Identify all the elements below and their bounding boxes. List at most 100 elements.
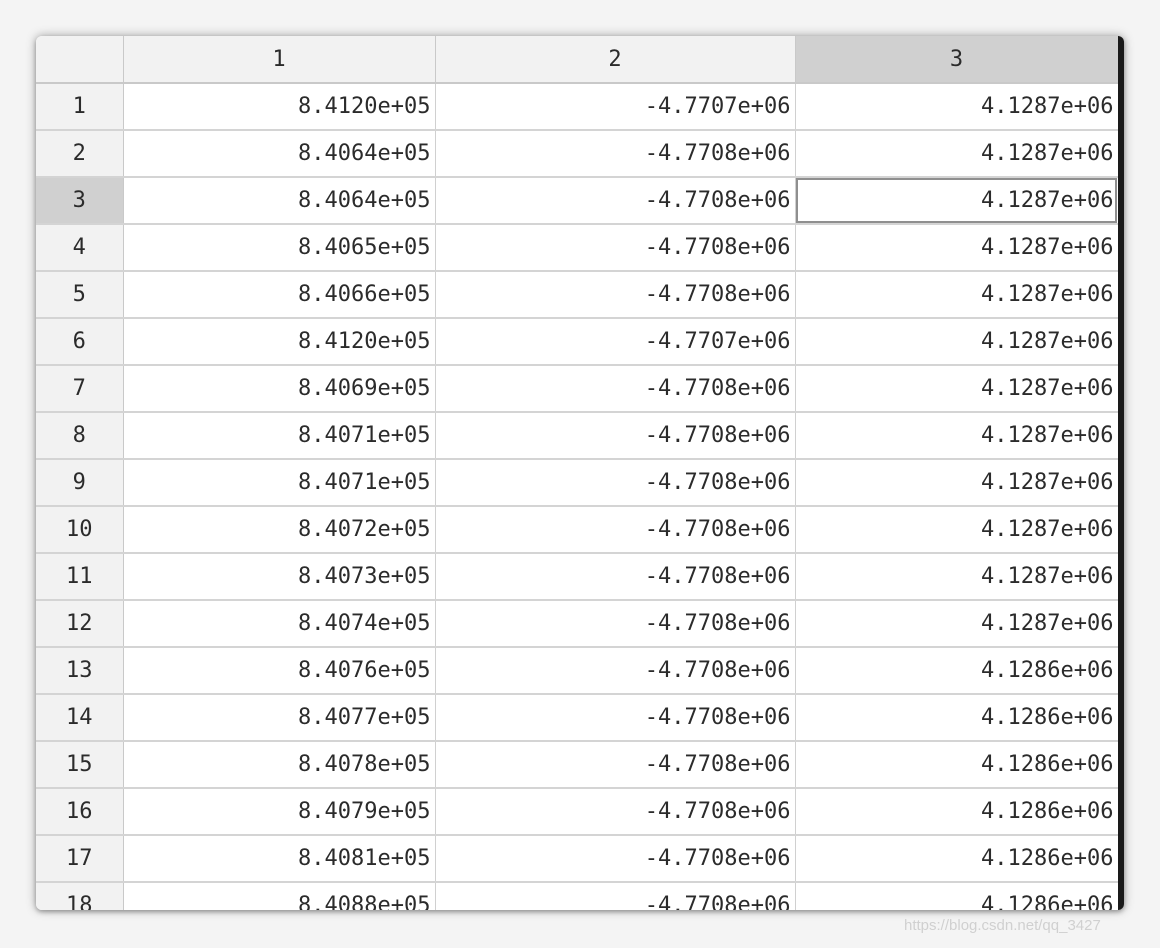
table-cell[interactable]: -4.7708e+06 — [435, 553, 796, 601]
table-cell[interactable]: -4.7708e+06 — [435, 177, 796, 225]
table-cell[interactable]: 4.1287e+06 — [795, 224, 1119, 272]
column-header-2[interactable]: 2 — [435, 36, 796, 84]
data-grid: 1 2 3 1 8.4120e+05 -4.7707e+06 4.1287e+06 2 8… — [36, 36, 1119, 910]
table-row: 18 8.4088e+05 -4.7708e+06 4.1286e+06 — [36, 882, 1119, 910]
table-cell[interactable]: 4.1286e+06 — [795, 647, 1119, 695]
row-header[interactable]: 7 — [36, 365, 124, 413]
row-header[interactable]: 10 — [36, 506, 124, 554]
table-cell[interactable]: -4.7708e+06 — [435, 365, 796, 413]
row-header[interactable]: 3 — [36, 177, 124, 225]
table-cell[interactable]: 8.4077e+05 — [123, 694, 436, 742]
select-all-corner[interactable] — [36, 36, 124, 84]
grid-body: 1 8.4120e+05 -4.7707e+06 4.1287e+06 2 8.4064e… — [36, 83, 1119, 910]
table-row: 13 8.4076e+05 -4.7708e+06 4.1286e+06 — [36, 647, 1119, 695]
table-cell[interactable]: 4.1287e+06 — [795, 271, 1119, 319]
table-cell[interactable]: 8.4069e+05 — [123, 365, 436, 413]
table-cell[interactable]: -4.7708e+06 — [435, 741, 796, 789]
row-header[interactable]: 9 — [36, 459, 124, 507]
table-row: 5 8.4066e+05 -4.7708e+06 4.1287e+06 — [36, 271, 1119, 319]
table-row: 9 8.4071e+05 -4.7708e+06 4.1287e+06 — [36, 459, 1119, 507]
table-cell[interactable]: -4.7708e+06 — [435, 130, 796, 178]
row-header[interactable]: 11 — [36, 553, 124, 601]
watermark-text: https://blog.csdn.net/qq_3427 — [904, 917, 1101, 934]
row-header[interactable]: 18 — [36, 882, 124, 910]
table-cell[interactable]: 8.4120e+05 — [123, 83, 436, 131]
table-cell[interactable]: 4.1287e+06 — [795, 412, 1119, 460]
table-cell[interactable]: 8.4065e+05 — [123, 224, 436, 272]
table-cell[interactable]: 8.4071e+05 — [123, 412, 436, 460]
table-cell[interactable]: 4.1287e+06 — [795, 365, 1119, 413]
table-cell[interactable]: 4.1287e+06 — [795, 600, 1119, 648]
row-header[interactable]: 15 — [36, 741, 124, 789]
table-cell[interactable]: -4.7708e+06 — [435, 647, 796, 695]
table-cell[interactable]: -4.7707e+06 — [435, 318, 796, 366]
table-row: 14 8.4077e+05 -4.7708e+06 4.1286e+06 — [36, 694, 1119, 742]
table-cell[interactable]: 8.4064e+05 — [123, 177, 436, 225]
table-cell[interactable]: 4.1287e+06 — [795, 553, 1119, 601]
table-cell[interactable]: 4.1286e+06 — [795, 882, 1119, 910]
column-header-row: 1 2 3 — [36, 36, 1119, 84]
window-edge — [1118, 36, 1124, 910]
table-cell[interactable]: 8.4120e+05 — [123, 318, 436, 366]
table-row: 12 8.4074e+05 -4.7708e+06 4.1287e+06 — [36, 600, 1119, 648]
variable-editor-window: 1 2 3 1 8.4120e+05 -4.7707e+06 4.1287e+06 2 8… — [36, 36, 1124, 910]
table-cell[interactable]: -4.7707e+06 — [435, 83, 796, 131]
table-row: 17 8.4081e+05 -4.7708e+06 4.1286e+06 — [36, 835, 1119, 883]
table-row: 2 8.4064e+05 -4.7708e+06 4.1287e+06 — [36, 130, 1119, 178]
table-cell[interactable]: 8.4088e+05 — [123, 882, 436, 910]
table-row: 1 8.4120e+05 -4.7707e+06 4.1287e+06 — [36, 83, 1119, 131]
table-row: 16 8.4079e+05 -4.7708e+06 4.1286e+06 — [36, 788, 1119, 836]
table-row: 7 8.4069e+05 -4.7708e+06 4.1287e+06 — [36, 365, 1119, 413]
row-header[interactable]: 5 — [36, 271, 124, 319]
table-cell[interactable]: 4.1287e+06 — [795, 459, 1119, 507]
table-cell[interactable]: 8.4073e+05 — [123, 553, 436, 601]
table-cell[interactable]: 8.4064e+05 — [123, 130, 436, 178]
row-header[interactable]: 2 — [36, 130, 124, 178]
table-cell[interactable]: -4.7708e+06 — [435, 271, 796, 319]
table-cell[interactable]: -4.7708e+06 — [435, 224, 796, 272]
table-cell[interactable]: 4.1287e+06 — [795, 177, 1119, 225]
table-cell[interactable]: 4.1286e+06 — [795, 788, 1119, 836]
row-header[interactable]: 8 — [36, 412, 124, 460]
row-header[interactable]: 6 — [36, 318, 124, 366]
row-header[interactable]: 17 — [36, 835, 124, 883]
table-cell[interactable]: -4.7708e+06 — [435, 882, 796, 910]
table-cell[interactable]: -4.7708e+06 — [435, 835, 796, 883]
table-row: 15 8.4078e+05 -4.7708e+06 4.1286e+06 — [36, 741, 1119, 789]
table-row: 4 8.4065e+05 -4.7708e+06 4.1287e+06 — [36, 224, 1119, 272]
table-cell[interactable]: 8.4066e+05 — [123, 271, 436, 319]
table-cell[interactable]: 8.4078e+05 — [123, 741, 436, 789]
row-header[interactable]: 1 — [36, 83, 124, 131]
row-header[interactable]: 4 — [36, 224, 124, 272]
table-cell[interactable]: 8.4072e+05 — [123, 506, 436, 554]
table-cell[interactable]: -4.7708e+06 — [435, 694, 796, 742]
table-cell[interactable]: -4.7708e+06 — [435, 506, 796, 554]
table-cell[interactable]: -4.7708e+06 — [435, 412, 796, 460]
table-row: 6 8.4120e+05 -4.7707e+06 4.1287e+06 — [36, 318, 1119, 366]
table-cell[interactable]: 8.4074e+05 — [123, 600, 436, 648]
table-cell[interactable]: -4.7708e+06 — [435, 600, 796, 648]
table-cell[interactable]: -4.7708e+06 — [435, 459, 796, 507]
row-header[interactable]: 16 — [36, 788, 124, 836]
table-cell[interactable]: 4.1286e+06 — [795, 741, 1119, 789]
table-cell[interactable]: 4.1287e+06 — [795, 130, 1119, 178]
table-row: 11 8.4073e+05 -4.7708e+06 4.1287e+06 — [36, 553, 1119, 601]
table-row: 3 8.4064e+05 -4.7708e+06 4.1287e+06 — [36, 177, 1119, 225]
table-row: 10 8.4072e+05 -4.7708e+06 4.1287e+06 — [36, 506, 1119, 554]
table-cell[interactable]: 4.1286e+06 — [795, 694, 1119, 742]
table-cell[interactable]: 4.1287e+06 — [795, 506, 1119, 554]
row-header[interactable]: 12 — [36, 600, 124, 648]
column-header-1[interactable]: 1 — [123, 36, 436, 84]
table-cell[interactable]: 8.4081e+05 — [123, 835, 436, 883]
column-header-3[interactable]: 3 — [795, 36, 1119, 84]
table-cell[interactable]: 4.1287e+06 — [795, 83, 1119, 131]
row-header[interactable]: 14 — [36, 694, 124, 742]
table-row: 8 8.4071e+05 -4.7708e+06 4.1287e+06 — [36, 412, 1119, 460]
table-cell[interactable]: 8.4079e+05 — [123, 788, 436, 836]
table-cell[interactable]: 4.1287e+06 — [795, 318, 1119, 366]
table-cell[interactable]: -4.7708e+06 — [435, 788, 796, 836]
row-header[interactable]: 13 — [36, 647, 124, 695]
table-cell[interactable]: 8.4076e+05 — [123, 647, 436, 695]
table-cell[interactable]: 4.1286e+06 — [795, 835, 1119, 883]
table-cell[interactable]: 8.4071e+05 — [123, 459, 436, 507]
